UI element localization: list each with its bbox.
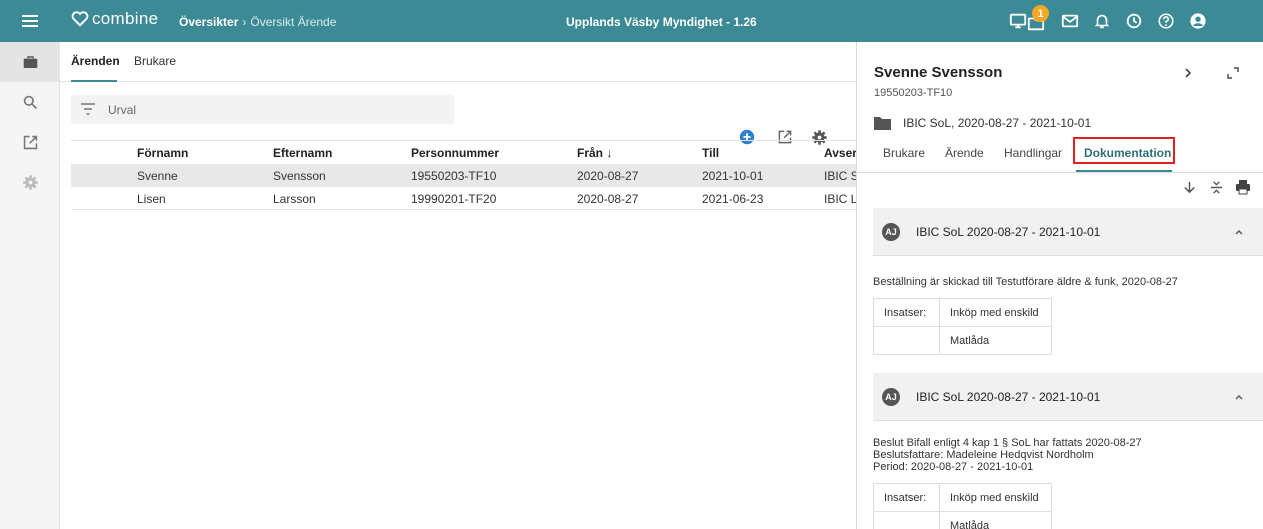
arrow-down-icon[interactable] bbox=[1180, 178, 1198, 196]
highlight-box bbox=[1073, 137, 1175, 164]
left-rail bbox=[0, 42, 60, 529]
cell-personnummer: 19990201-TF20 bbox=[411, 192, 497, 206]
empty-cell bbox=[873, 511, 940, 529]
person-number: 19550203-TF10 bbox=[874, 87, 953, 99]
cell-fran: 2020-08-27 bbox=[577, 169, 639, 183]
insats-item: Matlåda bbox=[939, 511, 1052, 529]
top-bar: combine Översikter › Översikt Ärende Uppla… bbox=[0, 0, 1263, 42]
tab-arende[interactable]: Ärende bbox=[945, 146, 984, 160]
insats-item: Inköp med enskild bbox=[939, 298, 1052, 327]
mail-icon[interactable] bbox=[1058, 9, 1082, 33]
column-personnummer[interactable]: Personnummer bbox=[411, 146, 499, 160]
filter-input[interactable]: Urval bbox=[71, 95, 454, 124]
logo-text: combine bbox=[92, 9, 159, 28]
help-icon[interactable] bbox=[1154, 9, 1178, 33]
expand-icon[interactable] bbox=[1226, 66, 1240, 80]
column-fornamn[interactable]: Förnamn bbox=[137, 146, 188, 160]
column-efternamn[interactable]: Efternamn bbox=[273, 146, 332, 160]
filter-icon bbox=[81, 103, 95, 115]
tab-arenden[interactable]: Ärenden bbox=[71, 54, 120, 68]
cell-avser: IBIC L bbox=[824, 192, 858, 206]
cell-personnummer: 19550203-TF10 bbox=[411, 169, 497, 183]
cell-efternamn: Svensson bbox=[273, 169, 326, 183]
card-title: IBIC SoL 2020-08-27 - 2021-10-01 bbox=[916, 225, 1101, 239]
card-line: Beslutsfattare: Madeleine Hedqvist Nordh… bbox=[873, 449, 1094, 461]
insats-item: Matlåda bbox=[939, 326, 1052, 355]
filter-placeholder: Urval bbox=[108, 103, 137, 117]
notification-badge[interactable]: 1 bbox=[1032, 5, 1049, 22]
person-name: Svenne Svensson bbox=[874, 64, 1003, 81]
clock-icon[interactable] bbox=[1122, 9, 1146, 33]
menu-icon[interactable] bbox=[22, 12, 38, 30]
documentation-card-header[interactable]: AJ IBIC SoL 2020-08-27 - 2021-10-01 bbox=[873, 208, 1263, 256]
cell-fornamn: Svenne bbox=[137, 169, 178, 183]
briefcase-icon[interactable] bbox=[0, 42, 60, 82]
card-title: IBIC SoL 2020-08-27 - 2021-10-01 bbox=[916, 390, 1101, 404]
chevron-up-icon[interactable] bbox=[1233, 226, 1245, 238]
column-till[interactable]: Till bbox=[702, 146, 719, 160]
active-tab-indicator bbox=[71, 80, 117, 82]
cell-till: 2021-06-23 bbox=[702, 192, 764, 206]
print-icon[interactable] bbox=[1234, 178, 1252, 196]
case-info: IBIC SoL, 2020-08-27 - 2021-10-01 bbox=[874, 116, 1091, 130]
card-line: Beställning är skickad till Testutförare… bbox=[873, 276, 1178, 288]
account-icon[interactable] bbox=[1186, 9, 1210, 33]
insatser-table: Insatser: Inköp med enskild Matlåda bbox=[873, 483, 1052, 529]
cell-fornamn: Lisen bbox=[137, 192, 166, 206]
collapse-all-icon[interactable] bbox=[1207, 178, 1225, 196]
app-title: Upplands Väsby Myndighet - 1.26 bbox=[566, 15, 757, 29]
gear-icon[interactable] bbox=[0, 162, 60, 202]
chevron-right-icon[interactable] bbox=[1181, 66, 1195, 80]
table-row[interactable]: Lisen Larsson 19990201-TF20 2020-08-27 2… bbox=[71, 187, 858, 210]
logo[interactable]: combine bbox=[71, 9, 158, 29]
breadcrumb-separator: › bbox=[242, 15, 247, 29]
card-line: Period: 2020-08-27 - 2021-10-01 bbox=[873, 461, 1034, 473]
table-row[interactable]: Svenne Svensson 19550203-TF10 2020-08-27… bbox=[71, 164, 859, 187]
chevron-up-icon[interactable] bbox=[1233, 391, 1245, 403]
author-avatar: AJ bbox=[882, 223, 900, 241]
search-icon[interactable] bbox=[0, 82, 60, 122]
breadcrumb-oversikt-arende: Översikt Ärende bbox=[250, 15, 337, 29]
main-tabs: Ärenden Brukare bbox=[60, 42, 856, 82]
insatser-table: Insatser: Inköp med enskild Matlåda bbox=[873, 298, 1052, 355]
empty-cell bbox=[873, 326, 940, 355]
column-avser[interactable]: Avser bbox=[824, 146, 857, 160]
folder-icon bbox=[874, 117, 891, 130]
card-line: Beslut Bifall enligt 4 kap 1 § SoL har f… bbox=[873, 437, 1142, 449]
cell-efternamn: Larsson bbox=[273, 192, 316, 206]
open-external-icon[interactable] bbox=[0, 122, 60, 162]
detail-panel: Svenne Svensson 19550203-TF10 IBIC SoL, … bbox=[856, 42, 1263, 529]
table-header: Förnamn Efternamn Personnummer Från ↓ Ti… bbox=[71, 140, 857, 164]
breadcrumb: Översikter › Översikt Ärende bbox=[179, 15, 336, 29]
case-label: IBIC SoL, 2020-08-27 - 2021-10-01 bbox=[903, 116, 1092, 130]
cell-avser: IBIC S bbox=[824, 169, 859, 183]
cell-fran: 2020-08-27 bbox=[577, 192, 639, 206]
column-fran[interactable]: Från ↓ bbox=[577, 146, 612, 160]
author-avatar: AJ bbox=[882, 388, 900, 406]
active-tab-indicator bbox=[1076, 170, 1172, 172]
tab-brukare[interactable]: Brukare bbox=[134, 54, 176, 68]
heart-logo-icon bbox=[71, 11, 89, 27]
documentation-card-header[interactable]: AJ IBIC SoL 2020-08-27 - 2021-10-01 bbox=[873, 373, 1263, 421]
breadcrumb-oversikter[interactable]: Översikter bbox=[179, 15, 238, 29]
insats-item: Inköp med enskild bbox=[939, 483, 1052, 512]
tab-brukare[interactable]: Brukare bbox=[883, 146, 925, 160]
bell-icon[interactable] bbox=[1090, 9, 1114, 33]
panel-tabs: Brukare Ärende Handlingar Dokumentation bbox=[857, 137, 1263, 173]
insatser-label: Insatser: bbox=[873, 298, 940, 327]
tab-handlingar[interactable]: Handlingar bbox=[1004, 146, 1062, 160]
cell-till: 2021-10-01 bbox=[702, 169, 764, 183]
insatser-label: Insatser: bbox=[873, 483, 940, 512]
